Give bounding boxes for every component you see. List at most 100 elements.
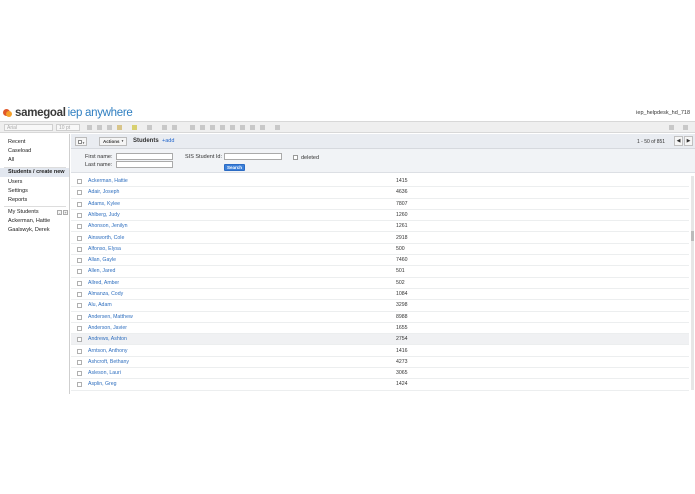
vertical-scrollbar[interactable]	[691, 176, 694, 390]
align-right-icon[interactable]	[250, 125, 255, 130]
row-checkbox[interactable]	[77, 382, 82, 388]
sidebar-item-reports[interactable]: Reports	[8, 197, 27, 203]
text-color-icon[interactable]	[117, 125, 122, 130]
align-left-icon[interactable]	[230, 125, 235, 130]
sidebar-item-recent[interactable]: Recent	[8, 139, 25, 145]
row-checkbox[interactable]	[77, 292, 82, 297]
table-row[interactable]: Ashcroft, Bethany 4273	[71, 357, 689, 369]
student-name-link[interactable]: Asleson, Lauri	[88, 370, 121, 376]
sis-student-id-input[interactable]	[224, 153, 282, 160]
table-row[interactable]: Adams, Kylee 7807	[71, 199, 689, 210]
my-student-item[interactable]: Ackerman, Hattie	[8, 218, 50, 224]
row-checkbox[interactable]	[77, 212, 82, 218]
clear-format-icon[interactable]	[275, 125, 280, 130]
row-checkbox[interactable]	[77, 246, 82, 252]
row-checkbox[interactable]	[77, 371, 82, 377]
table-row[interactable]: Ahonson, Jenilyn 1261	[71, 221, 689, 233]
student-name-link[interactable]: Ahlberg, Judy	[88, 212, 120, 218]
scrollbar-thumb[interactable]	[691, 231, 694, 241]
sidebar-item-students[interactable]: Students / create new	[0, 168, 69, 177]
student-name-link[interactable]: Anderson, Javier	[88, 325, 127, 331]
student-name-link[interactable]: Almanza, Cody	[88, 291, 123, 297]
view-options-icon[interactable]	[683, 125, 688, 130]
row-checkbox[interactable]	[77, 325, 82, 331]
student-name-link[interactable]: Ackerman, Hattie	[88, 178, 128, 184]
current-user[interactable]: iep_helpdesk_hd_718	[636, 110, 690, 116]
row-checkbox[interactable]	[77, 359, 82, 365]
student-name-link[interactable]: Alfonso, Elysa	[88, 246, 121, 252]
sidebar-item-settings[interactable]: Settings	[8, 188, 28, 194]
row-checkbox[interactable]	[77, 348, 82, 354]
table-row[interactable]: Andersen, Matthew 8988	[71, 312, 689, 323]
search-button[interactable]: Search	[224, 164, 245, 171]
student-name-link[interactable]: Asplin, Greg	[88, 381, 117, 387]
student-name-link[interactable]: Andersen, Matthew	[88, 314, 133, 320]
bulleted-list-icon[interactable]	[200, 125, 205, 130]
table-row[interactable]: Alu, Adam 3298	[71, 300, 689, 312]
row-checkbox[interactable]	[77, 190, 82, 196]
table-row[interactable]: Alfonso, Elysa 500	[71, 244, 689, 256]
first-name-input[interactable]	[116, 153, 173, 160]
image-icon[interactable]	[162, 125, 167, 130]
row-checkbox[interactable]	[77, 179, 82, 184]
last-name-input[interactable]	[116, 161, 173, 168]
student-name-link[interactable]: Adair, Joseph	[88, 189, 119, 195]
table-row[interactable]: Allred, Amber 502	[71, 278, 689, 289]
numbered-list-icon[interactable]	[190, 125, 195, 130]
sidebar-item-all[interactable]: All	[8, 157, 14, 163]
student-name-link[interactable]: Allen, Jared	[88, 268, 115, 274]
student-name-link[interactable]: Arntson, Anthony	[88, 348, 128, 354]
highlight-color-icon[interactable]	[132, 125, 137, 130]
prev-page-button[interactable]: ◀	[674, 136, 683, 146]
actions-button[interactable]: Actions ▼	[99, 137, 127, 146]
italic-icon[interactable]	[97, 125, 102, 130]
indent-icon[interactable]	[220, 125, 225, 130]
row-checkbox[interactable]	[77, 224, 82, 230]
expand-icon[interactable]: +	[63, 210, 68, 215]
table-row[interactable]: Ackerman, Hattie 1415	[71, 176, 689, 188]
table-row[interactable]: Anderson, Javier 1655	[71, 323, 689, 335]
student-name-link[interactable]: Ainsworth, Cole	[88, 235, 124, 241]
table-row[interactable]: Adair, Joseph 4636	[71, 187, 689, 199]
row-checkbox[interactable]	[77, 269, 82, 275]
student-name-link[interactable]: Allan, Gayle	[88, 257, 116, 263]
align-center-icon[interactable]	[240, 125, 245, 130]
table-row[interactable]: Almanza, Cody 1084	[71, 289, 689, 301]
sidebar-item-users[interactable]: Users	[8, 179, 22, 185]
row-checkbox[interactable]	[77, 235, 82, 241]
next-page-button[interactable]: ▶	[684, 136, 693, 146]
student-name-link[interactable]: Allred, Amber	[88, 280, 119, 286]
row-checkbox[interactable]	[77, 280, 82, 286]
table-row[interactable]: Arntson, Anthony 1416	[71, 346, 689, 357]
row-checkbox[interactable]	[77, 314, 82, 320]
table-row[interactable]: Ainsworth, Cole 2918	[71, 233, 689, 244]
deleted-checkbox[interactable]	[293, 155, 298, 160]
bold-icon[interactable]	[87, 125, 92, 130]
table-row[interactable]: Ahlberg, Judy 1260	[71, 210, 689, 222]
row-checkbox[interactable]	[77, 258, 82, 264]
link-icon[interactable]	[147, 125, 152, 130]
samegoal-logo[interactable]: samegoal iep anywhere	[3, 107, 133, 119]
table-row[interactable]: Asleson, Lauri 3065	[71, 368, 689, 380]
underline-icon[interactable]	[107, 125, 112, 130]
collapse-icon[interactable]: -	[57, 210, 62, 215]
add-student-link[interactable]: +add	[162, 138, 174, 144]
row-checkbox[interactable]	[77, 201, 82, 207]
select-all-checkbox[interactable]: ▼	[75, 137, 87, 146]
sidebar-item-caseload[interactable]: Caseload	[8, 148, 31, 154]
table-row[interactable]: Allen, Jared 501	[71, 266, 689, 278]
print-icon[interactable]	[669, 125, 674, 130]
table-icon[interactable]	[172, 125, 177, 130]
outdent-icon[interactable]	[210, 125, 215, 130]
student-name-link[interactable]: Ahonson, Jenilyn	[88, 223, 128, 229]
table-row[interactable]: Andrews, Ashton 2754	[71, 334, 689, 346]
font-name-select[interactable]: Arial	[4, 124, 53, 131]
table-row[interactable]: Allan, Gayle 7460	[71, 255, 689, 267]
student-name-link[interactable]: Ashcroft, Bethany	[88, 359, 129, 365]
justify-icon[interactable]	[260, 125, 265, 130]
student-name-link[interactable]: Andrews, Ashton	[88, 336, 127, 342]
student-name-link[interactable]: Alu, Adam	[88, 302, 112, 308]
my-student-item[interactable]: Gaalswyk, Derek	[8, 227, 50, 233]
table-row[interactable]: Asplin, Greg 1424	[71, 379, 689, 391]
font-size-select[interactable]: 10 pt	[56, 124, 80, 131]
